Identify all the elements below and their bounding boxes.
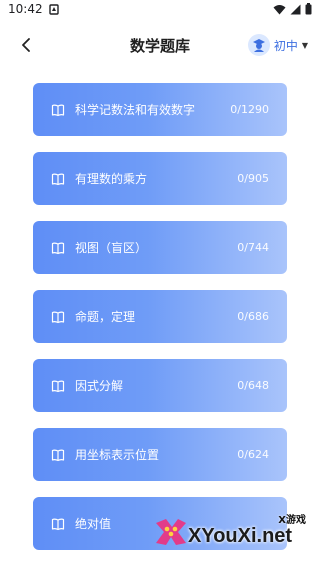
topic-name: 因式分解 <box>75 379 124 393</box>
book-icon <box>51 242 65 254</box>
topic-card[interactable]: 用坐标表示位置 0/624 <box>33 428 287 481</box>
topic-name: 科学记数法和有效数字 <box>75 103 196 117</box>
book-icon <box>51 104 65 116</box>
topic-card[interactable]: 因式分解 0/648 <box>33 359 287 412</box>
book-icon <box>51 173 65 185</box>
topic-card[interactable]: 科学记数法和有效数字 0/1290 <box>33 83 287 136</box>
topic-progress: 0/624 <box>237 448 269 461</box>
topic-list: 科学记数法和有效数字 0/1290 有理数的乘方 0/905 视图（盲区） 0/744 命题… <box>33 83 287 566</box>
caret-down-icon: ▼ <box>301 41 308 50</box>
book-icon <box>51 380 65 392</box>
topic-progress: 0/744 <box>237 241 269 254</box>
grade-label: 初中 <box>273 38 298 53</box>
status-bar: 10:42 <box>0 0 320 18</box>
notification-icon <box>48 3 59 15</box>
student-avatar-icon <box>247 34 270 56</box>
topic-name: 命题，定理 <box>75 310 136 324</box>
topic-name: 用坐标表示位置 <box>75 448 160 462</box>
signal-icon <box>290 4 301 14</box>
topic-name: 视图（盲区） <box>75 241 148 255</box>
topic-progress: 0/905 <box>237 172 269 185</box>
watermark-brand: XYouXi.net <box>188 525 293 547</box>
topic-name: 有理数的乘方 <box>75 172 148 186</box>
watermark: X游戏 XYouXi.net <box>150 505 320 569</box>
battery-icon <box>305 3 312 15</box>
topic-card[interactable]: 视图（盲区） 0/744 <box>33 221 287 274</box>
watermark-tag: X游戏 <box>278 515 306 526</box>
book-icon <box>51 449 65 461</box>
grade-selector[interactable]: 初中 ▼ <box>247 33 308 57</box>
book-icon <box>51 311 65 323</box>
topic-card[interactable]: 有理数的乘方 0/905 <box>33 152 287 205</box>
status-time: 10:42 <box>8 2 43 16</box>
status-left: 10:42 <box>8 2 59 16</box>
watermark-logo-icon <box>156 519 186 545</box>
wifi-icon <box>273 4 286 14</box>
topic-progress: 0/1290 <box>230 103 269 116</box>
header: 数学题库 初中 ▼ <box>0 28 320 62</box>
topic-progress: 0/686 <box>237 310 269 323</box>
topic-card[interactable]: 命题，定理 0/686 <box>33 290 287 343</box>
status-right <box>273 3 312 15</box>
book-icon <box>51 518 65 530</box>
topic-progress: 0/648 <box>237 379 269 392</box>
